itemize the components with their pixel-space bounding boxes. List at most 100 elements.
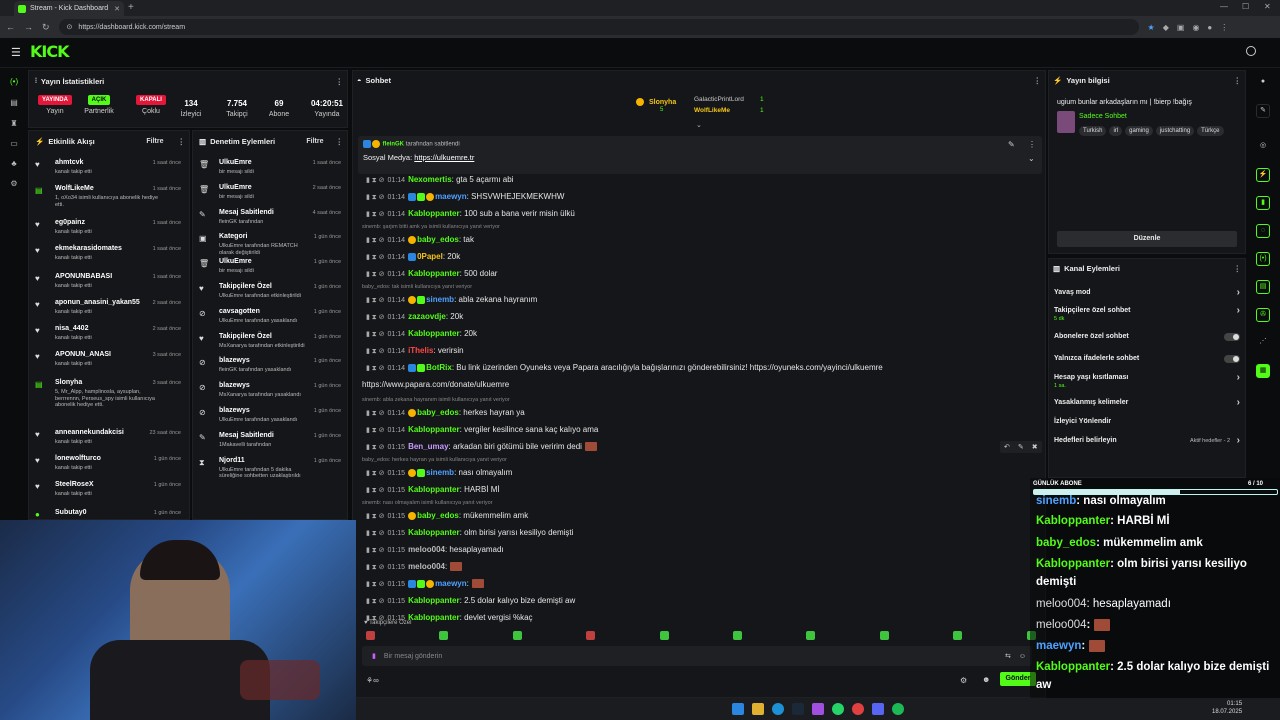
- message-user[interactable]: maewyn: [435, 579, 467, 588]
- emote-icon[interactable]: [586, 631, 596, 640]
- expand-gifters-icon[interactable]: ⌄: [696, 121, 702, 129]
- mod-actions-icon[interactable]: ▮ ⧗ ⊘: [366, 410, 385, 417]
- chat-message[interactable]: ▮ ⧗ ⊘ 01:14 baby_edos: tak: [366, 235, 474, 245]
- reply-context[interactable]: sinemb: abla zekana hayranım isimli kull…: [362, 397, 510, 403]
- chat-message[interactable]: ▮ ⧗ ⊘ 01:14 Kabloppanter: vergiler kesilin…: [366, 425, 598, 435]
- moderation-target[interactable]: cavsagotten: [219, 308, 260, 315]
- chat-message[interactable]: ▮ ⧗ ⊘ 01:14 sinemb: abla zekana hayranım: [366, 295, 537, 305]
- chat-message[interactable]: ▮ ⧗ ⊘ 01:15 meloo004:: [366, 562, 463, 572]
- hide-icon[interactable]: ◎: [1256, 140, 1270, 154]
- bot-icon[interactable]: ☻: [982, 675, 990, 684]
- back-icon[interactable]: ←: [6, 22, 15, 32]
- app-icon[interactable]: [812, 703, 824, 715]
- mod-actions-icon[interactable]: ▮ ⧗ ⊘: [366, 530, 385, 537]
- chat-message[interactable]: ▮ ⧗ ⊘ 01:15 Kabloppanter: olm birisi yarıs…: [366, 528, 573, 538]
- more-options-icon[interactable]: ⋮: [336, 137, 344, 146]
- activity-user[interactable]: lonewolfturco: [55, 455, 101, 462]
- edge-icon[interactable]: [772, 703, 784, 715]
- chat-message[interactable]: ▮ ⧗ ⊘ 01:14 BotRix: Bu link üzerinden Oyun…: [366, 363, 883, 373]
- chat-message[interactable]: ▮ ⧗ ⊘ 01:14 zazaovdje: 20k: [366, 312, 463, 322]
- moderation-target[interactable]: Takipçilere Özel: [219, 333, 272, 340]
- mod-actions-icon[interactable]: ▮ ⧗ ⊘: [366, 547, 385, 554]
- mod-actions-icon[interactable]: ▮ ⧗ ⊘: [366, 444, 385, 451]
- moderation-target[interactable]: Kategori: [219, 233, 247, 240]
- chat-message[interactable]: ▮ ⧗ ⊘ 01:14 0Papel: 20k: [366, 252, 460, 262]
- pinned-link[interactable]: https://ulkuemre.tr: [414, 153, 474, 162]
- mod-actions-icon[interactable]: ▮ ⧗ ⊘: [366, 331, 385, 338]
- quick-action-icon[interactable]: ◌: [1256, 224, 1270, 238]
- message-user[interactable]: zazaovdje: [408, 312, 446, 321]
- activity-user[interactable]: Slonyha: [55, 379, 82, 386]
- message-user[interactable]: Kabloppanter: [408, 596, 460, 605]
- channel-action[interactable]: Yasaklanmış kelimeler ›: [1054, 397, 1242, 408]
- toggle-switch[interactable]: [1224, 355, 1240, 363]
- activity-user[interactable]: ekmekarasidomates: [55, 245, 122, 252]
- activity-user[interactable]: aponun_anasini_yakan55: [55, 299, 140, 306]
- spotify-icon[interactable]: [892, 703, 904, 715]
- category-name[interactable]: Sadece Sohbet: [1079, 113, 1127, 120]
- channel-action[interactable]: Yalnızca ifadelerle sohbet: [1054, 355, 1242, 363]
- mod-actions-icon[interactable]: ▮ ⧗ ⊘: [366, 581, 385, 588]
- emote-icon[interactable]: [659, 631, 669, 640]
- mod-actions-icon[interactable]: ▮ ⧗ ⊘: [366, 365, 385, 372]
- help-icon[interactable]: ●: [1256, 76, 1270, 90]
- mod-actions-icon[interactable]: ▮ ⧗ ⊘: [366, 487, 385, 494]
- activity-user[interactable]: SteelRoseX: [55, 481, 94, 488]
- channel-action[interactable]: Yavaş mod ›: [1054, 287, 1242, 298]
- wallet-nav-icon[interactable]: ▭: [10, 140, 18, 148]
- message-user[interactable]: sinemb: [426, 468, 454, 477]
- chat-message[interactable]: ▮ ⧗ ⊘ 01:14 maewyn: SHSVWHEJEKMEKWHW: [366, 192, 564, 202]
- edit-tool-icon[interactable]: ✎: [1256, 104, 1270, 118]
- emote-icon[interactable]: [512, 631, 522, 640]
- message-user[interactable]: meloo004: [408, 545, 445, 554]
- stream-nav-icon[interactable]: (•): [10, 78, 18, 86]
- activity-filter-button[interactable]: Filtre: [146, 138, 163, 145]
- pinned-by[interactable]: fleinGK: [383, 142, 404, 148]
- message-user[interactable]: Kabloppanter: [408, 329, 460, 338]
- folder-icon[interactable]: [752, 703, 764, 715]
- message-user[interactable]: BotRix: [426, 363, 452, 372]
- more-options-icon[interactable]: ⋮: [1234, 264, 1242, 273]
- mod-actions-icon[interactable]: ▮ ⧗ ⊘: [366, 211, 385, 218]
- activity-user[interactable]: APONUN_ANASI: [55, 351, 111, 358]
- chat-input[interactable]: ▮ Bir mesaj gönderin ⇆ ☺: [362, 646, 1032, 666]
- share-icon[interactable]: ⋰: [1256, 336, 1270, 350]
- message-user[interactable]: Nexomertis: [408, 175, 452, 184]
- close-tab-icon[interactable]: ✕: [114, 5, 120, 13]
- message-user[interactable]: baby_edos: [417, 408, 459, 417]
- settings-nav-icon[interactable]: ⚙: [10, 180, 18, 188]
- chat-message[interactable]: ▮ ⧗ ⊘ 01:14 iThelis: verirsin: [366, 346, 464, 356]
- extension-icon[interactable]: ▣: [1177, 23, 1185, 32]
- channel-action[interactable]: Hesap yaşı kısıtlaması 1 sa. ›: [1054, 372, 1242, 389]
- message-user[interactable]: Kabloppanter: [408, 528, 460, 537]
- message-user[interactable]: baby_edos: [417, 511, 459, 520]
- message-user[interactable]: sinemb: [426, 295, 454, 304]
- channel-action[interactable]: Hedefleri belirleyin Aktif hedefler - 2 ›: [1054, 435, 1242, 446]
- mod-actions-icon[interactable]: ▮ ⧗ ⊘: [366, 297, 385, 304]
- mod-actions-icon[interactable]: ▮ ⧗ ⊘: [366, 348, 385, 355]
- quick-action-icon[interactable]: ▤: [1256, 280, 1270, 294]
- moderation-target[interactable]: UlkuEmre: [219, 159, 252, 166]
- gifter-2-name[interactable]: GalacticPrintLord: [694, 96, 744, 103]
- moderation-target[interactable]: blazewys: [219, 357, 250, 364]
- mod-actions-icon[interactable]: ▮ ⧗ ⊘: [366, 427, 385, 434]
- browser-tab[interactable]: Stream - Kick Dashboard ✕: [14, 1, 124, 16]
- moderation-target[interactable]: blazewys: [219, 407, 250, 414]
- reply-icon[interactable]: ↶: [1004, 443, 1010, 451]
- message-user[interactable]: Kabloppanter: [408, 425, 460, 434]
- mod-actions-icon[interactable]: ▮ ⧗ ⊘: [366, 598, 385, 605]
- emote-icon[interactable]: [733, 631, 742, 640]
- more-options-icon[interactable]: ⋮: [1034, 76, 1042, 85]
- mod-actions-icon[interactable]: ▮ ⧗ ⊘: [366, 513, 385, 520]
- mod-actions-icon[interactable]: ▮ ⧗ ⊘: [366, 271, 385, 278]
- moderation-target[interactable]: UlkuEmre: [219, 184, 252, 191]
- chat-message[interactable]: ▮ ⧗ ⊘ 01:15 Ben_umay: arkadan biri götümü …: [366, 442, 597, 452]
- steam-icon[interactable]: [792, 703, 804, 715]
- start-icon[interactable]: [732, 703, 744, 715]
- browser-menu-icon[interactable]: ⋮: [1220, 23, 1228, 32]
- activity-user[interactable]: nisa_4402: [55, 325, 88, 332]
- chat-message[interactable]: ▮ ⧗ ⊘ 01:15 maewyn:: [366, 579, 484, 589]
- moderation-target[interactable]: Mesaj Sabitlendi: [219, 432, 274, 439]
- reply-context[interactable]: sinemb: nası olmayalım isimli kullanıcıy…: [362, 500, 493, 506]
- quick-action-icon[interactable]: ✇: [1256, 308, 1270, 322]
